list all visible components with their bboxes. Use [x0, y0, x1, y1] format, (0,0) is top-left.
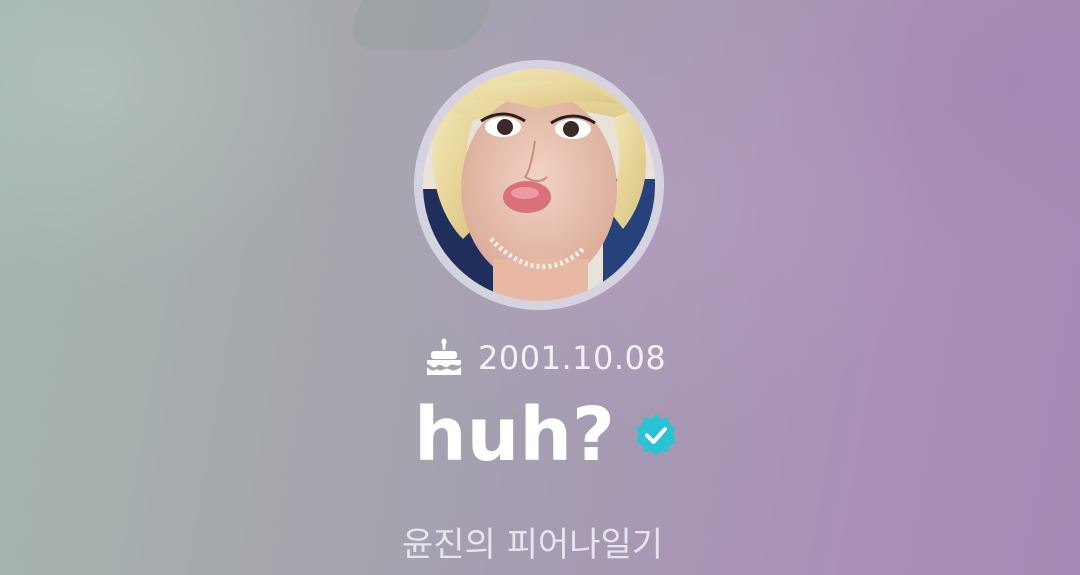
- avatar-photo: [423, 69, 655, 301]
- profile-avatar-frame[interactable]: [414, 60, 664, 310]
- cake-icon: [424, 338, 464, 378]
- verified-badge-icon: [633, 412, 679, 458]
- profile-subtitle: 윤진의 피어나일기: [402, 525, 664, 565]
- birthday-date: 2001.10.08: [478, 339, 667, 377]
- birthday-row: 2001.10.08: [424, 334, 667, 382]
- profile-name: huh?: [414, 392, 615, 478]
- profile-name-row: huh?: [414, 392, 679, 478]
- background-decoration: [343, 0, 507, 50]
- profile-avatar[interactable]: [423, 69, 655, 301]
